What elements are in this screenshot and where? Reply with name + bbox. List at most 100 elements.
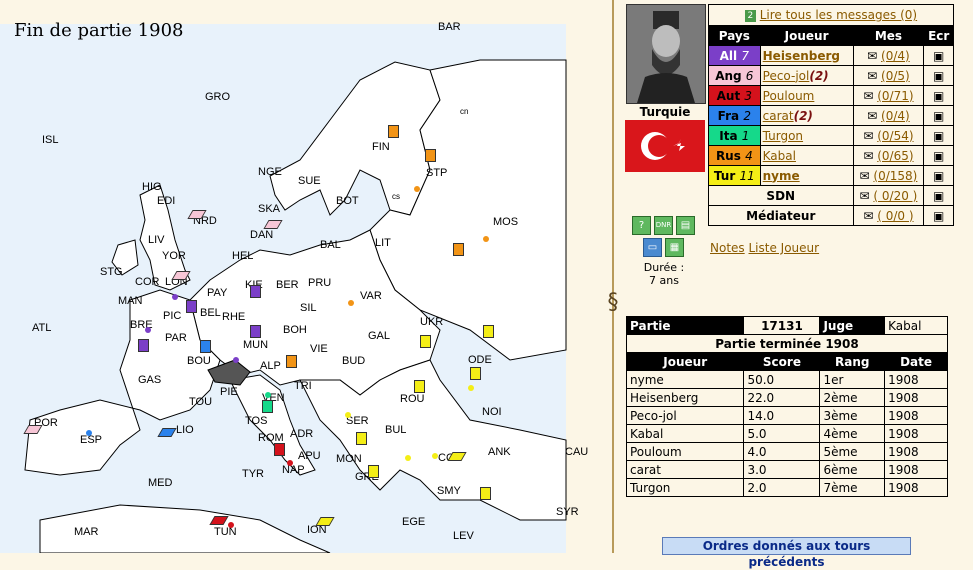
- envelope-icon: ✉: [863, 148, 874, 163]
- territory-label: TOS: [245, 415, 268, 427]
- army-unit[interactable]: [368, 465, 379, 478]
- mediateur-write-icon[interactable]: ▣: [923, 205, 954, 226]
- sdn-mes[interactable]: ✉ ( 0/20 ): [852, 185, 925, 206]
- write-icon[interactable]: ▣: [923, 45, 954, 66]
- book-icon[interactable]: ▤: [676, 216, 695, 235]
- write-icon[interactable]: ▣: [923, 65, 954, 86]
- player-row: Rus 4 Kabal ✉ (0/65) ▣: [708, 145, 954, 166]
- territory-label: BER: [276, 279, 299, 291]
- dnr-icon[interactable]: DNR: [654, 216, 673, 235]
- write-icon[interactable]: ▣: [923, 165, 954, 186]
- pays-name: All: [719, 48, 738, 63]
- supply-center: [172, 294, 178, 300]
- territory-label: STG: [100, 266, 123, 278]
- army-unit[interactable]: [414, 380, 425, 393]
- supply-center: [468, 385, 474, 391]
- result-joueur: Pouloum: [625, 442, 745, 461]
- help-icon[interactable]: ?: [632, 216, 651, 235]
- partie-value: 17131: [743, 316, 821, 335]
- mes-cell[interactable]: ✉ (0/65): [852, 145, 925, 166]
- monitor-icon[interactable]: ▭: [643, 238, 662, 257]
- mes-cell[interactable]: ✉ (0/71): [852, 85, 925, 106]
- grid-icon[interactable]: ▦: [665, 238, 684, 257]
- territory-label: ROU: [400, 393, 425, 405]
- army-unit[interactable]: [250, 325, 261, 338]
- diplomacy-map[interactable]: Fin de partie 1908 BAR GRO ISL FIN STP NGE SUE…: [0, 0, 612, 554]
- territory-label: RHE: [222, 311, 246, 323]
- result-joueur: Turgon: [625, 478, 745, 497]
- army-unit[interactable]: [425, 149, 436, 162]
- write-icon[interactable]: ▣: [923, 85, 954, 106]
- mes-count[interactable]: (0/54): [877, 129, 913, 143]
- result-row: Peco-jol 14.0 3ème 1908: [625, 406, 948, 425]
- army-unit[interactable]: [470, 367, 481, 380]
- mes-count[interactable]: (0/71): [877, 89, 913, 103]
- joueur-extra: (2): [793, 108, 813, 123]
- col-ecr: Ecr: [923, 25, 954, 46]
- player-row: Ita 1 Turgon ✉ (0/54) ▣: [708, 125, 954, 146]
- footer-links: Notes Liste Joueur: [710, 241, 819, 255]
- army-unit[interactable]: [274, 443, 285, 456]
- army-unit[interactable]: [200, 340, 211, 353]
- army-unit[interactable]: [483, 325, 494, 338]
- write-icon[interactable]: ▣: [923, 125, 954, 146]
- army-unit[interactable]: [388, 125, 399, 138]
- supply-center: [432, 453, 438, 459]
- mes-count[interactable]: (0/158): [873, 169, 917, 183]
- army-unit[interactable]: [250, 285, 261, 298]
- territory-label: GAS: [138, 374, 162, 386]
- joueur-link[interactable]: Heisenberg: [763, 49, 840, 63]
- territory-label: YOR: [162, 250, 186, 262]
- result-row: Pouloum 4.0 5ème 1908: [625, 442, 948, 461]
- envelope-icon: ✉: [867, 68, 878, 83]
- army-unit[interactable]: [262, 400, 273, 413]
- duree-label: Durée :: [643, 261, 685, 274]
- mes-cell[interactable]: ✉ (0/158): [852, 165, 925, 186]
- joueur-link[interactable]: Kabal: [763, 149, 796, 163]
- territory-label: TRI: [294, 380, 312, 392]
- army-unit[interactable]: [420, 335, 431, 348]
- leader-portrait: [626, 4, 706, 104]
- territory-label: PAR: [165, 332, 187, 344]
- write-icon[interactable]: ▣: [923, 105, 954, 126]
- joueur-link[interactable]: Pouloum: [763, 89, 815, 103]
- joueur-cell: nyme: [759, 165, 854, 186]
- read-all-link[interactable]: Lire tous les messages (0): [760, 8, 917, 22]
- army-unit[interactable]: [138, 339, 149, 352]
- result-rang: 5ème: [819, 442, 886, 461]
- notes-link[interactable]: Notes: [710, 241, 745, 255]
- army-unit[interactable]: [356, 432, 367, 445]
- army-unit[interactable]: [453, 243, 464, 256]
- write-icon[interactable]: ▣: [923, 145, 954, 166]
- joueur-link[interactable]: Turgon: [763, 129, 803, 143]
- mes-cell[interactable]: ✉ (0/5): [852, 65, 925, 86]
- mes-cell[interactable]: ✉ (0/4): [852, 105, 925, 126]
- liste-joueur-link[interactable]: Liste Joueur: [749, 241, 820, 255]
- previous-orders-button[interactable]: Ordres donnés aux tours précédents: [662, 537, 911, 569]
- mes-count[interactable]: (0/4): [881, 109, 910, 123]
- pays-count: 3: [744, 88, 753, 103]
- supply-center: [86, 430, 92, 436]
- territory-label: BAL: [320, 239, 341, 251]
- army-unit[interactable]: [286, 355, 297, 368]
- army-unit[interactable]: [480, 487, 491, 500]
- joueur-link[interactable]: carat: [763, 109, 794, 123]
- territory-label: LIT: [375, 237, 391, 249]
- sdn-write-icon[interactable]: ▣: [923, 185, 954, 206]
- mes-count[interactable]: (0/65): [877, 149, 913, 163]
- joueur-link[interactable]: Peco-jol: [763, 69, 810, 83]
- territory-label: VAR: [360, 290, 382, 302]
- army-unit[interactable]: [186, 300, 197, 313]
- game-status: Partie terminée 1908: [626, 334, 948, 353]
- envelope-icon: ✉: [863, 208, 874, 223]
- mes-cell[interactable]: ✉ (0/4): [852, 45, 925, 66]
- result-score: 2.0: [743, 478, 821, 497]
- mes-cell[interactable]: ✉ (0/54): [852, 125, 925, 146]
- joueur-link[interactable]: nyme: [763, 169, 800, 183]
- mes-count[interactable]: (0/4): [881, 49, 910, 63]
- mediateur-mes[interactable]: ✉ ( 0/0 ): [852, 205, 925, 226]
- sdn-label: SDN: [708, 185, 854, 206]
- mes-count[interactable]: (0/5): [881, 69, 910, 83]
- partie-label: Partie: [625, 316, 745, 335]
- pays-cell: Rus 4: [708, 145, 761, 166]
